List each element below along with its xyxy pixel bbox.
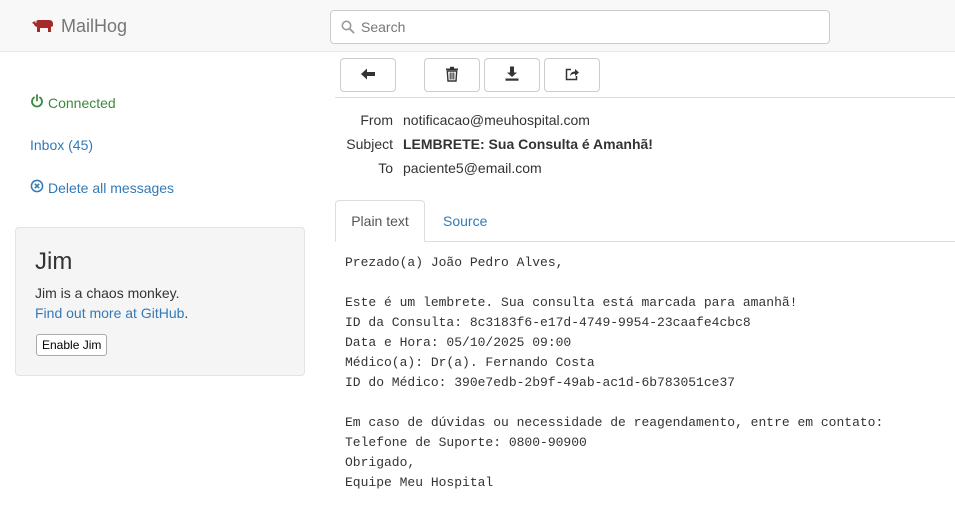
tabs-divider <box>335 241 955 242</box>
subject-value: LEMBRETE: Sua Consulta é Amanhã! <box>403 136 653 152</box>
connected-label: Connected <box>48 94 116 111</box>
body-line: Data e Hora: 05/10/2025 09:00 <box>345 335 572 350</box>
jim-description: Jim is a chaos monkey. <box>35 285 180 301</box>
power-icon <box>30 94 48 111</box>
body-line: Este é um lembrete. Sua consulta está ma… <box>345 295 798 310</box>
back-arrow-icon <box>360 67 376 84</box>
top-navbar: MailHog <box>0 0 955 52</box>
jim-title: Jim <box>35 248 73 275</box>
trash-icon <box>445 66 459 85</box>
toolbar-divider <box>335 97 955 98</box>
download-button[interactable] <box>484 58 540 92</box>
body-line: Obrigado, <box>345 455 416 470</box>
to-label: To <box>378 160 393 176</box>
to-value: paciente5@email.com <box>403 160 542 176</box>
from-value: notificacao@meuhospital.com <box>403 112 590 128</box>
delete-all-messages-link[interactable]: Delete all messages <box>30 179 174 196</box>
jim-link-suffix: . <box>184 305 189 321</box>
body-line: Em caso de dúvidas ou necessidade de rea… <box>345 415 884 430</box>
jim-panel: Jim Jim is a chaos monkey. Find out more… <box>15 227 305 376</box>
remove-circle-icon <box>30 179 48 196</box>
body-line: ID do Médico: 390e7edb-2b9f-49ab-ac1d-6b… <box>345 375 736 390</box>
delete-message-button[interactable] <box>424 58 480 92</box>
tab-plain-text[interactable]: Plain text <box>335 200 425 242</box>
body-line: ID da Consulta: 8c3183f6-e17d-4749-9954-… <box>345 315 751 330</box>
message-body: Prezado(a) João Pedro Alves, Este é um l… <box>345 253 883 493</box>
pig-logo-icon <box>31 17 61 36</box>
enable-jim-button[interactable]: Enable Jim <box>36 334 108 356</box>
app-title: MailHog <box>61 15 128 36</box>
delete-all-label: Delete all messages <box>48 179 175 196</box>
connection-status: Connected <box>30 94 116 111</box>
jim-github-line: Find out more at GitHub. <box>35 305 188 321</box>
body-line: Prezado(a) João Pedro Alves, <box>345 255 564 270</box>
release-button[interactable] <box>544 58 600 92</box>
jim-github-link[interactable]: Find out more at GitHub <box>35 305 184 321</box>
search-box[interactable] <box>330 10 830 44</box>
from-label: From <box>360 112 393 128</box>
body-line: Equipe Meu Hospital <box>345 475 494 490</box>
subject-label: Subject <box>346 136 393 152</box>
body-line: Telefone de Suporte: 0800-90900 <box>345 435 587 450</box>
search-input[interactable] <box>361 12 821 42</box>
tab-source[interactable]: Source <box>443 213 487 229</box>
brand[interactable]: MailHog <box>31 15 127 37</box>
body-line: Médico(a): Dr(a). Fernando Costa <box>345 355 595 370</box>
inbox-link[interactable]: Inbox (45) <box>30 137 93 153</box>
back-button[interactable] <box>340 58 396 92</box>
search-icon <box>341 20 355 37</box>
release-icon <box>565 67 580 84</box>
download-icon <box>505 66 519 84</box>
inbox-label: Inbox (45) <box>30 137 94 153</box>
